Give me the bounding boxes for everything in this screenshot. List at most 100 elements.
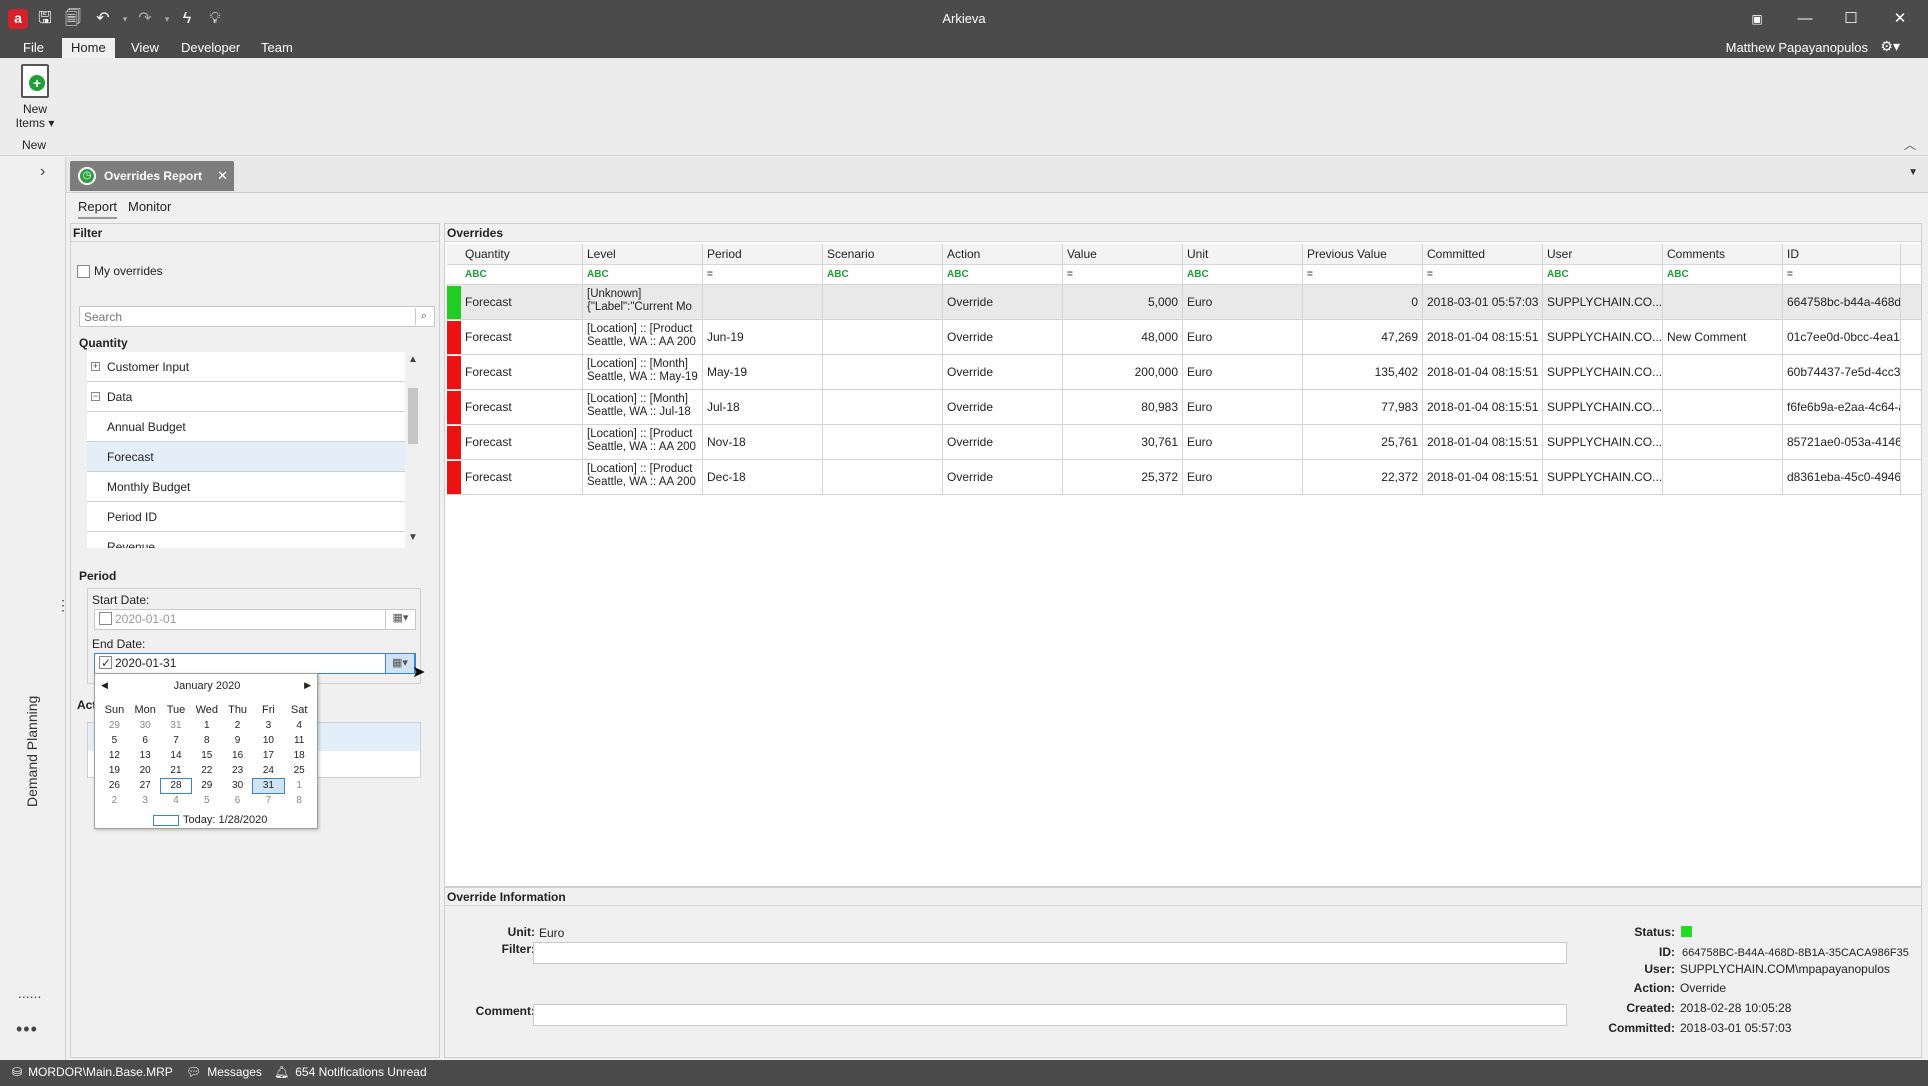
table-row[interactable]: Forecast [Location] :: [Product Seattle, W… bbox=[447, 320, 1921, 355]
cell-id[interactable]: d8361eba-45c0-4946-b... bbox=[1783, 460, 1901, 494]
column-filter-10[interactable]: ABC bbox=[1663, 265, 1783, 284]
cell-value[interactable]: 80,983 bbox=[1063, 390, 1183, 424]
list-item-monthly-budget[interactable]: Monthly Budget bbox=[87, 472, 405, 502]
cell-quantity[interactable]: Forecast bbox=[461, 355, 583, 389]
cell-level[interactable]: [Location] :: [Product Seattle, WA :: AA … bbox=[583, 425, 703, 459]
scroll-thumb[interactable] bbox=[408, 388, 418, 444]
calendar-day[interactable]: 27 bbox=[130, 779, 161, 793]
list-item-forecast[interactable]: Forecast bbox=[87, 442, 405, 472]
cell-prev-value[interactable]: 47,269 bbox=[1303, 320, 1423, 354]
calendar-dropdown-icon[interactable]: ▦▾ bbox=[385, 653, 415, 674]
calendar-day[interactable]: 11 bbox=[284, 734, 315, 748]
cell-scenario[interactable] bbox=[823, 355, 943, 389]
cell-period[interactable]: Dec-18 bbox=[703, 460, 823, 494]
cell-period[interactable]: May-19 bbox=[703, 355, 823, 389]
filter-field[interactable] bbox=[533, 942, 1567, 964]
cell-user[interactable]: SUPPLYCHAIN.CO... bbox=[1543, 320, 1663, 354]
cell-unit[interactable]: Euro bbox=[1183, 425, 1303, 459]
cell-comments[interactable] bbox=[1663, 390, 1783, 424]
cell-unit[interactable]: Euro bbox=[1183, 355, 1303, 389]
calendar-day[interactable]: 18 bbox=[284, 749, 315, 763]
new-items-button[interactable]: + New Items ▾ bbox=[12, 64, 58, 130]
calendar-day[interactable]: 17 bbox=[253, 749, 284, 763]
cell-level[interactable]: [Location] :: [Month] Seattle, WA :: Jul-… bbox=[583, 390, 703, 424]
calendar-day[interactable]: 30 bbox=[130, 719, 161, 733]
cell-user[interactable]: SUPPLYCHAIN.CO... bbox=[1543, 285, 1663, 319]
cell-period[interactable]: Nov-18 bbox=[703, 425, 823, 459]
cell-prev-value[interactable]: 0 bbox=[1303, 285, 1423, 319]
cell-comments[interactable] bbox=[1663, 425, 1783, 459]
calendar-day[interactable]: 5 bbox=[99, 734, 130, 748]
tab-overrides-report[interactable]: ◷ Overrides Report ✕ bbox=[70, 161, 234, 191]
cell-prev-value[interactable]: 135,402 bbox=[1303, 355, 1423, 389]
cell-value[interactable]: 25,372 bbox=[1063, 460, 1183, 494]
cell-user[interactable]: SUPPLYCHAIN.CO... bbox=[1543, 390, 1663, 424]
calendar-day[interactable]: 16 bbox=[222, 749, 253, 763]
column-header-value[interactable]: Value bbox=[1063, 244, 1183, 264]
table-row[interactable]: Forecast [Location] :: [Month] Seattle, WA… bbox=[447, 390, 1921, 425]
start-date-picker[interactable]: 2020-01-01 ▦▾ bbox=[94, 609, 416, 630]
calendar-dropdown-icon[interactable]: ▦▾ bbox=[385, 609, 415, 630]
cell-action[interactable]: Override bbox=[943, 355, 1063, 389]
cell-level[interactable]: [Location] :: [Product Seattle, WA :: AA … bbox=[583, 460, 703, 494]
cell-scenario[interactable] bbox=[823, 425, 943, 459]
checkbox-box[interactable] bbox=[77, 265, 90, 279]
next-month-icon[interactable]: ▶ bbox=[304, 680, 311, 691]
column-header-comments[interactable]: Comments bbox=[1663, 244, 1783, 264]
cell-scenario[interactable] bbox=[823, 390, 943, 424]
collapse-ribbon-icon[interactable]: ︿ bbox=[1904, 136, 1916, 153]
calendar-day[interactable]: 31 bbox=[251, 778, 285, 794]
calendar-day[interactable]: 6 bbox=[130, 734, 161, 748]
scroll-down-icon[interactable]: ▼ bbox=[408, 532, 418, 543]
calendar-day[interactable]: 8 bbox=[284, 794, 315, 808]
cell-quantity[interactable]: Forecast bbox=[461, 320, 583, 354]
cell-committed[interactable]: 2018-03-01 05:57:03 bbox=[1423, 285, 1543, 319]
calendar-day[interactable]: 4 bbox=[161, 794, 192, 808]
my-overrides-checkbox[interactable]: My overrides bbox=[77, 264, 163, 279]
calendar-day[interactable]: 6 bbox=[222, 794, 253, 808]
cell-id[interactable]: 01c7ee0d-0bcc-4ea1-b... bbox=[1783, 320, 1901, 354]
column-filter-0[interactable]: ABC bbox=[461, 265, 583, 284]
calendar-day[interactable]: 19 bbox=[99, 764, 130, 778]
close-button[interactable]: ✕ bbox=[1885, 8, 1915, 30]
column-filter-6[interactable]: ABC bbox=[1183, 265, 1303, 284]
cell-period[interactable] bbox=[703, 285, 823, 319]
column-filter-3[interactable]: ABC bbox=[823, 265, 943, 284]
column-filter-5[interactable]: = bbox=[1063, 265, 1183, 284]
calendar-day[interactable]: 28 bbox=[159, 778, 193, 794]
cell-action[interactable]: Override bbox=[943, 285, 1063, 319]
end-date-picker[interactable]: 2020-01-31 ▦▾ bbox=[94, 653, 416, 674]
cell-committed[interactable]: 2018-01-04 08:15:51 bbox=[1423, 320, 1543, 354]
calendar-day[interactable]: 8 bbox=[191, 734, 222, 748]
table-row[interactable]: Forecast [Location] :: [Month] Seattle, WA… bbox=[447, 355, 1921, 390]
column-filter-11[interactable]: = bbox=[1783, 265, 1901, 284]
cell-unit[interactable]: Euro bbox=[1183, 390, 1303, 424]
calendar-day[interactable]: 4 bbox=[284, 719, 315, 733]
menu-developer[interactable]: Developer bbox=[172, 38, 249, 58]
cell-action[interactable]: Override bbox=[943, 390, 1063, 424]
menu-team[interactable]: Team bbox=[252, 38, 302, 58]
cell-scenario[interactable] bbox=[823, 285, 943, 319]
search-input[interactable] bbox=[80, 307, 400, 326]
cell-level[interactable]: [Location] :: [Product Seattle, WA :: AA … bbox=[583, 320, 703, 354]
today-button[interactable]: Today: 1/28/2020 bbox=[153, 814, 267, 826]
calendar-month-label[interactable]: January 2020 bbox=[95, 680, 319, 692]
calendar-day[interactable]: 31 bbox=[161, 719, 192, 733]
maximize-button[interactable]: ☐ bbox=[1836, 8, 1866, 30]
expand-chevron-icon[interactable]: › bbox=[40, 163, 45, 181]
column-header-committed[interactable]: Committed bbox=[1423, 244, 1543, 264]
tab-monitor[interactable]: Monitor bbox=[128, 199, 171, 214]
cell-prev-value[interactable]: 22,372 bbox=[1303, 460, 1423, 494]
calendar-day[interactable]: 9 bbox=[222, 734, 253, 748]
demand-planning-label[interactable]: Demand Planning bbox=[24, 696, 40, 807]
column-header-period[interactable]: Period bbox=[703, 244, 823, 264]
cell-committed[interactable]: 2018-01-04 08:15:51 bbox=[1423, 425, 1543, 459]
calendar-day[interactable]: 23 bbox=[222, 764, 253, 778]
notifications-button[interactable]: 🔔︎ 654 Notifications Unread bbox=[274, 1065, 427, 1079]
quantity-scrollbar[interactable]: ▲ ▼ bbox=[405, 352, 421, 548]
cell-id[interactable]: 60b74437-7e5d-4cc3-a... bbox=[1783, 355, 1901, 389]
calendar-day[interactable]: 1 bbox=[284, 779, 315, 793]
menu-file[interactable]: File bbox=[14, 38, 53, 58]
cell-unit[interactable]: Euro bbox=[1183, 460, 1303, 494]
column-header-user[interactable]: User bbox=[1543, 244, 1663, 264]
